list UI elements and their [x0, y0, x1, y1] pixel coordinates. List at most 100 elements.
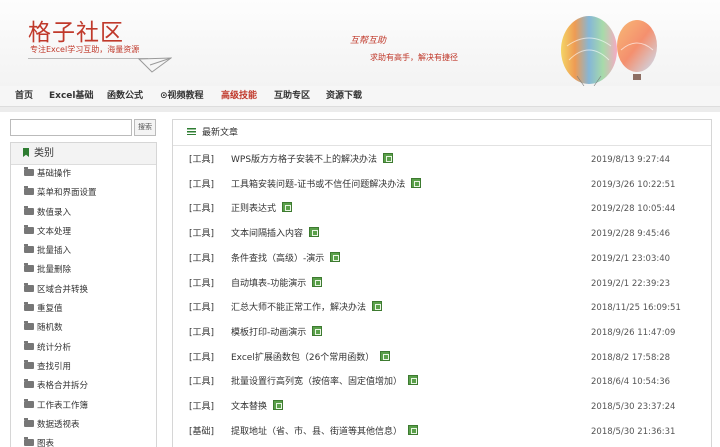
article-row[interactable]: [基础] 提取地址（省、市、县、街道等其他信息） 2018/5/30 21:36… [173, 420, 713, 445]
article-row[interactable]: [工具] 批量设置行高列宽（按倍率、固定值增加） 2018/6/4 10:54:… [173, 370, 713, 395]
sidebar-item[interactable]: 工作表工作簿 [11, 397, 156, 416]
document-icon [411, 177, 422, 188]
sidebar-item[interactable]: 统计分析 [11, 339, 156, 358]
article-category[interactable]: [工具] [189, 370, 214, 394]
article-title-text[interactable]: 自动填表-功能演示 [231, 279, 306, 289]
folder-icon [24, 244, 34, 254]
article-title[interactable]: 文本替换 [231, 395, 284, 419]
article-title-text[interactable]: 条件查找（高级）-演示 [231, 254, 324, 264]
article-row[interactable]: [工具] 工具箱安装问题-证书或不信任问题解决办法 2019/3/26 10:2… [173, 173, 713, 198]
article-row[interactable]: [工具] 正则表达式 2019/2/28 10:05:44 [173, 197, 713, 222]
article-title-text[interactable]: 提取地址（省、市、县、街道等其他信息） [231, 427, 402, 437]
nav-excel-basics[interactable]: Excel基础 [49, 88, 93, 101]
sidebar-item[interactable]: 数值录入 [11, 204, 156, 223]
search-button[interactable]: 搜索 [134, 119, 156, 136]
folder-icon [24, 379, 34, 389]
article-time: 2019/3/26 10:22:51 [591, 179, 676, 190]
nav-video-tutorials[interactable]: ⊙视频教程 [160, 88, 204, 101]
article-title-text[interactable]: WPS版方方格子安装不上的解决办法 [231, 155, 377, 165]
article-title-text[interactable]: 文本替换 [231, 402, 267, 412]
site-subtitle: 专注Excel学习互助，海量资源 [30, 45, 140, 54]
article-title-text[interactable]: 模板打印-动画演示 [231, 328, 306, 338]
article-category[interactable]: [工具] [189, 395, 214, 419]
article-time: 2019/8/13 9:27:44 [591, 155, 671, 165]
sidebar-item-label: 重复值 [37, 304, 63, 315]
article-title[interactable]: 批量设置行高列宽（按倍率、固定值增加） [231, 370, 419, 394]
article-category[interactable]: [工具] [189, 222, 214, 246]
article-category[interactable]: [基础] [189, 420, 214, 444]
paper-plane-icon [138, 57, 172, 73]
article-row[interactable]: [工具] 模板打印-动画演示 2018/9/26 11:47:09 [173, 321, 713, 346]
main-nav: 首页 Excel基础 函数公式 ⊙视频教程 高级技能 互助专区 资源下载 [0, 86, 720, 106]
article-title[interactable]: 文本间隔插入内容 [231, 222, 320, 246]
article-category[interactable]: [工具] [189, 173, 214, 197]
article-category[interactable]: [工具] [189, 148, 214, 172]
document-icon [312, 325, 323, 336]
sidebar-item-label: 基础操作 [37, 169, 72, 179]
article-category[interactable]: [工具] [189, 247, 214, 271]
sidebar-item-label: 表格合并拆分 [37, 381, 89, 392]
nav-home[interactable]: 首页 [15, 88, 33, 101]
article-title-text[interactable]: 文本间隔插入内容 [231, 229, 303, 239]
article-title[interactable]: 汇总大师不能正常工作，解决办法 [231, 296, 383, 320]
search-input[interactable] [10, 119, 132, 136]
article-category[interactable]: [工具] [189, 272, 214, 296]
article-category[interactable]: [工具] [189, 296, 214, 320]
bookmark-icon [23, 148, 29, 157]
article-category[interactable]: [工具] [189, 321, 214, 345]
nav-divider [0, 106, 720, 112]
article-title-text[interactable]: 正则表达式 [231, 204, 276, 214]
article-category[interactable]: [工具] [189, 346, 214, 370]
list-icon [187, 128, 196, 135]
article-title-text[interactable]: 工具箱安装问题-证书或不信任问题解决办法 [231, 180, 405, 190]
sidebar-item[interactable]: 数据透视表 [11, 416, 156, 435]
article-title[interactable]: 提取地址（省、市、县、街道等其他信息） [231, 420, 419, 444]
slogan-main: 互帮互助 [350, 36, 387, 46]
article-row[interactable]: [工具] 汇总大师不能正常工作，解决办法 2018/11/25 16:09:51 [173, 296, 713, 321]
nav-downloads[interactable]: 资源下载 [326, 88, 362, 101]
article-row[interactable]: [工具] 文本间隔插入内容 2019/2/28 9:45:46 [173, 222, 713, 247]
article-title[interactable]: WPS版方方格子安装不上的解决办法 [231, 148, 394, 172]
sidebar-item[interactable]: 区域合并转换 [11, 281, 156, 300]
article-title-text[interactable]: Excel扩展函数包（26个常用函数） [231, 353, 374, 363]
sidebar-item-label: 批量删除 [37, 265, 72, 276]
article-title[interactable]: 条件查找（高级）-演示 [231, 247, 341, 271]
folder-icon [24, 321, 34, 331]
article-row[interactable]: [工具] 文本替换 2018/5/30 23:37:24 [173, 395, 713, 420]
article-row[interactable]: [工具] 条件查找（高级）-演示 2019/2/1 23:03:40 [173, 247, 713, 272]
sidebar-item[interactable]: 随机数 [11, 319, 156, 338]
article-title[interactable]: 工具箱安装问题-证书或不信任问题解决办法 [231, 173, 422, 197]
folder-icon [24, 340, 34, 350]
article-title-text[interactable]: 批量设置行高列宽（按倍率、固定值增加） [231, 377, 402, 387]
sidebar-item[interactable]: 查找引用 [11, 358, 156, 377]
nav-mutual-help[interactable]: 互助专区 [274, 88, 310, 101]
sidebar-item[interactable]: 表格合并拆分 [11, 377, 156, 396]
article-title[interactable]: 自动填表-功能演示 [231, 272, 323, 296]
article-title[interactable]: Excel扩展函数包（26个常用函数） [231, 346, 391, 370]
folder-icon [24, 302, 34, 312]
article-row[interactable]: [工具] WPS版方方格子安装不上的解决办法 2019/8/13 9:27:44 [173, 148, 713, 173]
folder-icon [24, 398, 34, 408]
sidebar-item[interactable]: 批量删除 [11, 261, 156, 280]
sidebar-item-label: 工作表工作簿 [37, 400, 89, 411]
sidebar-item-label: 查找引用 [37, 361, 72, 372]
site-logo-title[interactable]: 格子社区 [28, 13, 124, 47]
article-category[interactable]: [工具] [189, 197, 214, 221]
nav-advanced-skills[interactable]: 高级技能 [221, 88, 257, 101]
sidebar-item[interactable]: 基础操作 [11, 165, 156, 184]
article-title[interactable]: 模板打印-动画演示 [231, 321, 323, 345]
sidebar-item[interactable]: 文本处理 [11, 223, 156, 242]
article-time: 2018/5/30 23:37:24 [591, 402, 676, 412]
nav-formulas[interactable]: 函数公式 [107, 88, 143, 101]
sidebar-item[interactable]: 菜单和界面设置 [11, 184, 156, 203]
latest-articles-panel: 最新文章 [工具] WPS版方方格子安装不上的解决办法 2019/8/13 9:… [172, 119, 712, 447]
article-row[interactable]: [工具] 自动填表-功能演示 2019/2/1 22:39:23 [173, 272, 713, 297]
article-row[interactable]: [工具] Excel扩展函数包（26个常用函数） 2018/8/2 17:58:… [173, 346, 713, 371]
sidebar-item[interactable]: 图表 [11, 435, 156, 447]
document-icon [408, 375, 419, 386]
article-title-text[interactable]: 汇总大师不能正常工作，解决办法 [231, 303, 366, 313]
folder-icon [24, 205, 34, 215]
article-title[interactable]: 正则表达式 [231, 197, 293, 221]
sidebar-item[interactable]: 批量插入 [11, 242, 156, 261]
sidebar-item[interactable]: 重复值 [11, 300, 156, 319]
